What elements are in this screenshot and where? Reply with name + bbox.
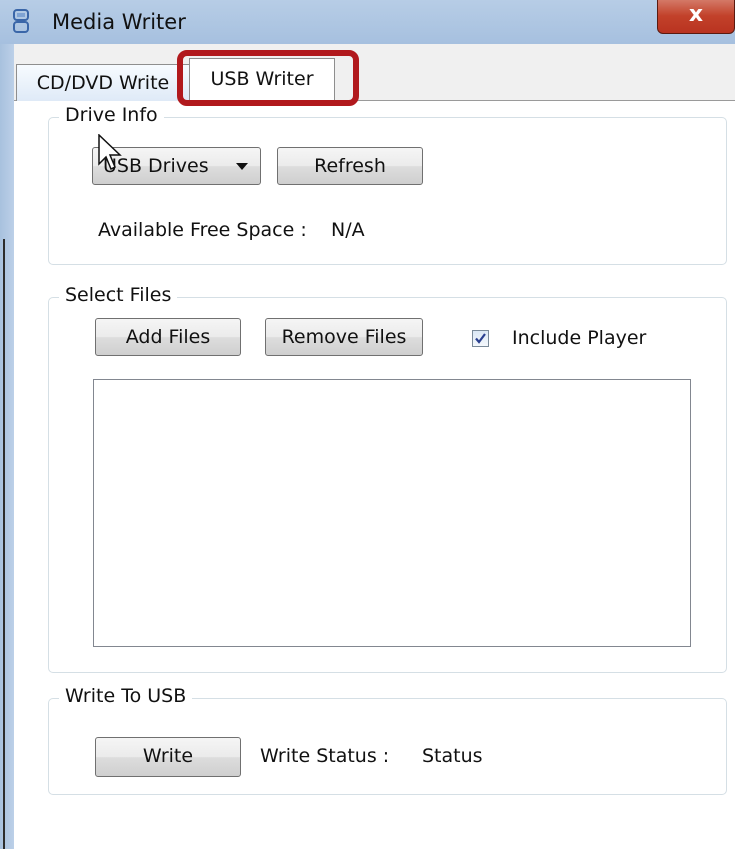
select-files-title: Select Files xyxy=(59,284,178,306)
title-bar: Media Writer x xyxy=(0,0,735,44)
window-client: CD/DVD Write Drive Info USB Drives Refre… xyxy=(14,44,735,849)
highlight-annotation xyxy=(177,50,359,106)
free-space-value: N/A xyxy=(331,219,365,241)
tab-cd-dvd-write[interactable]: CD/DVD Write xyxy=(16,64,190,101)
close-button[interactable]: x xyxy=(657,0,735,34)
usb-writer-panel: Drive Info USB Drives Refresh Available … xyxy=(14,101,735,849)
remove-files-button[interactable]: Remove Files xyxy=(265,318,423,356)
free-space-label: Available Free Space : xyxy=(98,219,307,241)
refresh-button[interactable]: Refresh xyxy=(277,147,423,185)
select-files-group: Select Files Add Files Remove Files Incl… xyxy=(48,284,727,673)
write-status-value: Status xyxy=(422,745,483,767)
window-title: Media Writer xyxy=(52,10,186,34)
drive-info-title: Drive Info xyxy=(59,104,164,126)
include-player-label: Include Player xyxy=(512,327,647,349)
include-player-checkbox[interactable] xyxy=(472,330,489,347)
checkmark-icon xyxy=(475,333,486,344)
chevron-down-icon xyxy=(236,163,248,170)
window-border xyxy=(0,44,14,849)
mouse-cursor-icon xyxy=(98,134,122,171)
write-to-usb-group: Write To USB Write Write Status : Status xyxy=(48,685,727,795)
write-to-usb-title: Write To USB xyxy=(59,685,193,707)
file-list[interactable] xyxy=(93,379,691,647)
drive-info-group: Drive Info USB Drives Refresh Available … xyxy=(48,104,727,265)
app-icon xyxy=(13,9,29,33)
add-files-button[interactable]: Add Files xyxy=(95,318,241,356)
write-button[interactable]: Write xyxy=(95,737,241,777)
write-status-label: Write Status : xyxy=(260,745,390,767)
